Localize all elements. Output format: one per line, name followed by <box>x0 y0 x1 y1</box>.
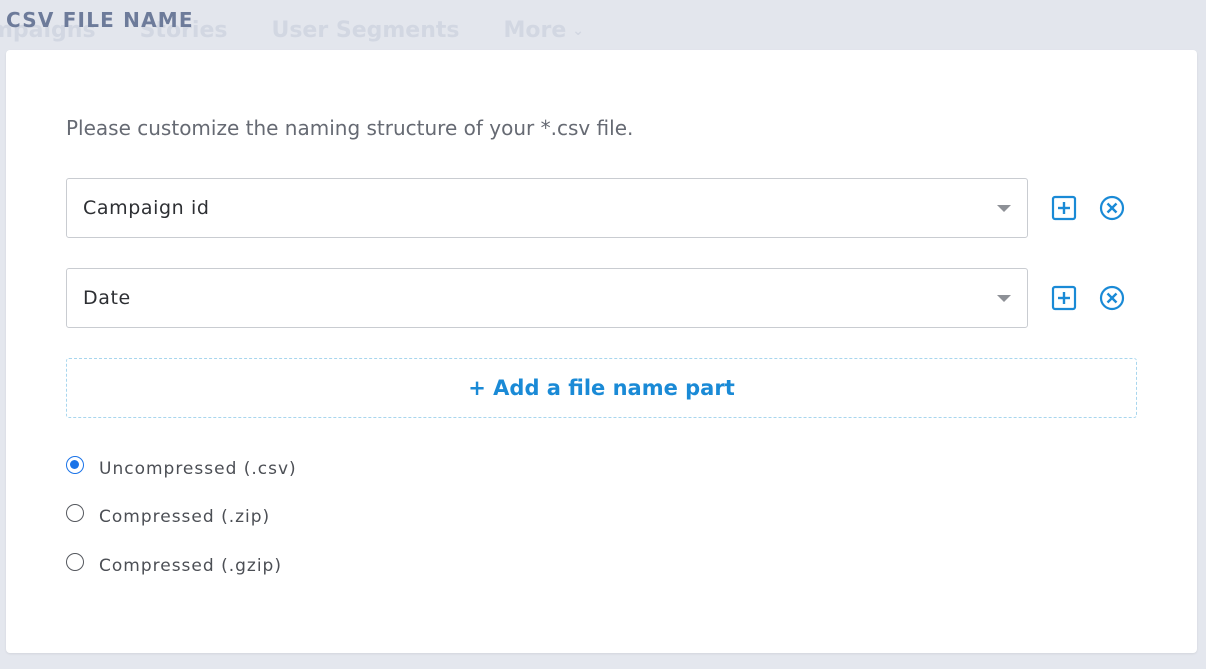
remove-part-icon[interactable] <box>1098 284 1126 312</box>
radio-label: Compressed (.gzip) <box>99 556 282 576</box>
file-name-part-row: Campaign id <box>66 178 1136 238</box>
add-file-name-part-label: + Add a file name part <box>468 376 735 400</box>
radio-button[interactable] <box>66 504 84 522</box>
plus-square-icon <box>1051 195 1077 221</box>
nav-item-more-label: More <box>503 18 567 43</box>
caret-down-icon <box>997 295 1011 302</box>
add-part-icon[interactable] <box>1050 284 1078 312</box>
select-value: Date <box>83 287 131 309</box>
chevron-down-icon: ⌄ <box>572 23 585 39</box>
circle-x-icon <box>1099 195 1125 221</box>
compression-option-zip[interactable]: Compressed (.zip) <box>66 501 271 527</box>
remove-part-icon[interactable] <box>1098 194 1126 222</box>
compression-option-gzip[interactable]: Compressed (.gzip) <box>66 550 282 576</box>
radio-label: Uncompressed (.csv) <box>99 459 297 479</box>
section-title: CSV FILE NAME <box>6 8 194 32</box>
file-name-part-select[interactable]: Campaign id <box>66 178 1028 238</box>
select-value: Campaign id <box>83 197 210 219</box>
radio-button[interactable] <box>66 553 84 571</box>
circle-x-icon <box>1099 285 1125 311</box>
file-name-part-select[interactable]: Date <box>66 268 1028 328</box>
plus-square-icon <box>1051 285 1077 311</box>
radio-label: Compressed (.zip) <box>99 507 271 527</box>
csv-file-name-card: Please customize the naming structure of… <box>6 50 1197 653</box>
file-name-part-row: Date <box>66 268 1136 328</box>
description-text: Please customize the naming structure of… <box>66 116 634 140</box>
radio-button-selected[interactable] <box>66 456 84 474</box>
add-file-name-part-button[interactable]: + Add a file name part <box>66 358 1137 418</box>
nav-item-user-segments[interactable]: User Segments <box>271 18 459 43</box>
nav-item-more[interactable]: More ⌄ <box>504 18 585 43</box>
compression-option-uncompressed[interactable]: Uncompressed (.csv) <box>66 453 297 479</box>
caret-down-icon <box>997 205 1011 212</box>
add-part-icon[interactable] <box>1050 194 1078 222</box>
